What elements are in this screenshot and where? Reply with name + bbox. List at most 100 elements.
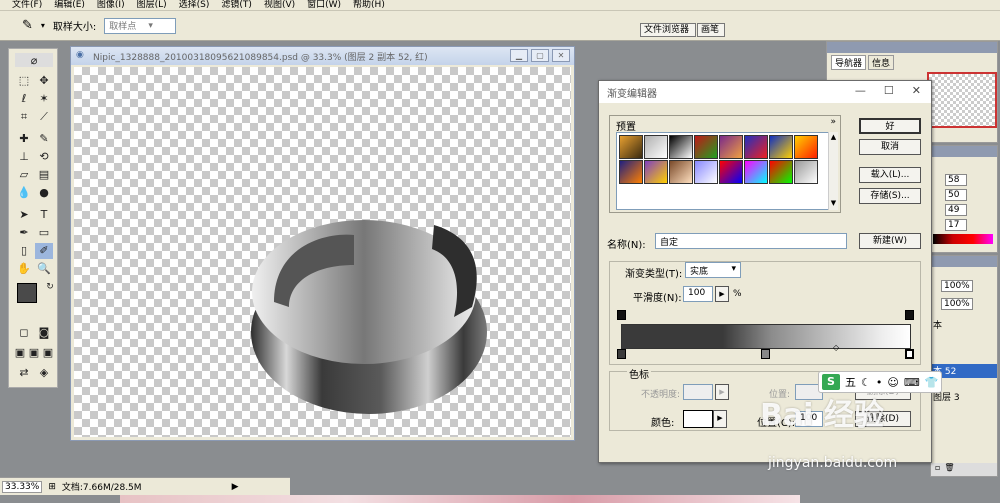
screen-mode-full-icon[interactable]: ▣ [41,345,55,361]
opacity-stop-right[interactable] [905,310,914,320]
close-button[interactable]: ✕ [552,49,570,62]
color-stop-3-selected[interactable] [905,349,914,359]
ime-mode[interactable]: 五 [845,374,856,390]
screen-mode-standard-icon[interactable]: ▣ [13,345,27,361]
presets-scrollbar[interactable]: ▲ ▼ [828,132,838,210]
preset-swatch[interactable] [744,135,768,159]
dialog-close-icon[interactable]: ✕ [912,84,921,97]
opacity-stop-left[interactable] [617,310,626,320]
shape-tool-icon[interactable]: ▭ [35,225,53,241]
shirt-icon[interactable]: 👕 [925,376,939,389]
new-button[interactable]: 新建(W) [859,233,921,249]
dialog-minimize-icon[interactable]: — [855,84,866,97]
brush-tool-icon[interactable]: ✎ [35,131,53,147]
preset-swatch[interactable] [794,135,818,159]
photoshop-logo-icon[interactable]: ⌀ [15,53,53,67]
preset-swatch[interactable] [794,160,818,184]
preset-swatch[interactable] [619,135,643,159]
menu-file[interactable]: 文件(F) [12,0,42,10]
menu-edit[interactable]: 编辑(E) [54,0,85,10]
magic-wand-icon[interactable]: ✶ [35,91,53,107]
preset-swatch[interactable] [669,160,693,184]
maximize-button[interactable]: ▢ [531,49,549,62]
preset-swatch[interactable] [769,135,793,159]
preset-swatch[interactable] [644,135,668,159]
gradient-type-select[interactable]: 实底 ▾ [685,262,741,278]
notes-tool-icon[interactable]: ▯ [15,243,33,259]
hand-tool-icon[interactable]: ✋ [15,261,33,277]
smoothness-arrow-icon[interactable]: ▶ [715,286,729,302]
color-stop-2[interactable] [761,349,770,359]
preset-swatch[interactable] [719,160,743,184]
preset-swatch[interactable] [694,160,718,184]
presets-menu-icon[interactable]: » [830,117,836,127]
marquee-tool-icon[interactable]: ⬚ [15,73,33,89]
preset-swatch[interactable] [669,135,693,159]
layer-fill[interactable]: 100% [941,298,973,310]
tab-navigator[interactable]: 导航器 [831,55,867,70]
color-value-2[interactable]: 50 [945,189,967,201]
menu-filter[interactable]: 滤镜(T) [221,0,252,10]
gradient-preview-bar[interactable] [621,324,911,349]
menu-view[interactable]: 视图(V) [264,0,295,10]
menu-window[interactable]: 窗口(W) [307,0,341,10]
imageready-icon[interactable]: ◈ [35,365,53,381]
ok-button[interactable]: 好 [859,118,921,134]
menu-select[interactable]: 选择(S) [179,0,210,10]
dot-icon[interactable]: • [876,376,883,389]
save-button[interactable]: 存储(S)... [859,188,921,204]
zoom-tool-icon[interactable]: 🔍 [35,261,53,277]
foreground-color-swatch[interactable] [17,283,37,303]
move-tool-icon[interactable]: ✥ [35,73,53,89]
tab-info[interactable]: 信息 [868,55,895,70]
sogou-logo-icon[interactable]: S [822,374,840,390]
lasso-tool-icon[interactable]: ℓ [15,91,33,107]
preset-swatch[interactable] [744,160,768,184]
preset-swatch[interactable] [694,135,718,159]
tab-brushes[interactable]: 画笔 [697,23,725,37]
blur-tool-icon[interactable]: 💧 [15,185,33,201]
healing-brush-icon[interactable]: ✚ [15,131,33,147]
menu-image[interactable]: 图像(I) [97,0,125,10]
clone-stamp-icon[interactable]: ⊥ [15,149,33,165]
path-select-icon[interactable]: ➤ [15,207,33,223]
eyedropper-icon[interactable]: ✐ [35,243,53,259]
screen-mode-full-menu-icon[interactable]: ▣ [27,345,41,361]
midpoint-diamond-icon[interactable]: ◇ [833,343,839,352]
name-field[interactable]: 自定 [655,233,847,249]
delete-layer-icon[interactable]: 🗑 [944,463,954,476]
layer-opacity[interactable]: 100% [941,280,973,292]
eyedropper-tool-icon[interactable]: ✎ [22,18,33,33]
color-menu-arrow-icon[interactable]: ▶ [713,410,727,428]
preset-swatch[interactable] [644,160,668,184]
swap-colors-icon[interactable]: ↻ [41,279,59,295]
history-brush-icon[interactable]: ⟲ [35,149,53,165]
canvas[interactable] [74,67,571,437]
smile-icon[interactable]: ☺ [887,376,898,389]
color-value-4[interactable]: 17 [945,219,967,231]
color-value-1[interactable]: 58 [945,174,967,186]
load-button[interactable]: 载入(L)... [859,167,921,183]
color-ramp[interactable] [933,234,993,244]
tool-preset-arrow-icon[interactable]: ▾ [41,21,45,30]
jump-to-imageready-icon[interactable]: ⇄ [15,365,33,381]
dialog-maximize-icon[interactable]: ☐ [884,84,894,97]
new-layer-icon[interactable]: ▫ [935,463,940,476]
smoothness-field[interactable]: 100 [683,286,713,302]
minimize-button[interactable]: ▁ [510,49,528,62]
pen-tool-icon[interactable]: ✒ [15,225,33,241]
status-menu-arrow-icon[interactable]: ▶ [232,482,239,492]
slice-tool-icon[interactable]: ⟋ [35,109,53,125]
cancel-button[interactable]: 取消 [859,139,921,155]
stop-color-swatch[interactable] [683,410,713,428]
navigator-thumbnail[interactable] [927,72,997,128]
preset-swatch[interactable] [769,160,793,184]
preset-swatch[interactable] [619,160,643,184]
type-tool-icon[interactable]: T [35,207,53,223]
preset-swatch-grid[interactable] [616,132,836,210]
color-value-3[interactable]: 49 [945,204,967,216]
gradient-tool-icon[interactable]: ▤ [35,167,53,183]
layer-item[interactable]: 本 [931,318,942,331]
sample-size-select[interactable]: 取样点 ▾ [104,17,177,34]
menu-layer[interactable]: 图层(L) [137,0,167,10]
